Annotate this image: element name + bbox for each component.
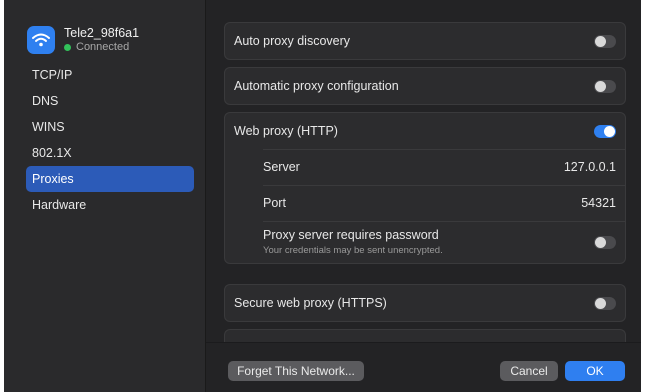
wifi-icon: [27, 26, 55, 54]
network-details-window: Tele2_98f6a1 Connected TCP/IP DNS WINS 8…: [4, 0, 641, 392]
sidebar-item-label: WINS: [32, 120, 65, 134]
secure-proxy-card: Secure web proxy (HTTPS): [224, 284, 626, 322]
web-proxy-card: Web proxy (HTTP) Server 127.0.0.1 Port 5…: [224, 112, 626, 264]
sidebar-item-proxies[interactable]: Proxies: [26, 166, 194, 192]
secure-proxy-label: Secure web proxy (HTTPS): [234, 296, 387, 310]
auto-config-label: Automatic proxy configuration: [234, 79, 399, 93]
ok-button[interactable]: OK: [565, 361, 625, 381]
port-label: Port: [263, 196, 286, 210]
secure-proxy-row: Secure web proxy (HTTPS): [225, 285, 625, 321]
secure-proxy-toggle[interactable]: [594, 296, 616, 310]
next-proxy-card-partial: [224, 329, 626, 342]
sidebar: Tele2_98f6a1 Connected TCP/IP DNS WINS 8…: [4, 0, 206, 392]
auto-config-toggle[interactable]: [594, 79, 616, 93]
sidebar-item-hardware[interactable]: Hardware: [26, 192, 194, 218]
sidebar-item-8021x[interactable]: 802.1X: [26, 140, 194, 166]
sidebar-item-label: DNS: [32, 94, 59, 108]
password-hint: Your credentials may be sent unencrypted…: [263, 245, 443, 256]
auto-discovery-row: Auto proxy discovery: [225, 23, 625, 59]
network-name: Tele2_98f6a1: [64, 26, 140, 40]
password-row: Proxy server requires password Your cred…: [225, 221, 625, 263]
auto-discovery-label: Auto proxy discovery: [234, 34, 351, 48]
sidebar-item-tcpip[interactable]: TCP/IP: [26, 62, 194, 88]
network-header: Tele2_98f6a1 Connected: [27, 24, 139, 56]
sidebar-list: TCP/IP DNS WINS 802.1X Proxies Hardware: [26, 62, 194, 218]
password-label: Proxy server requires password: [263, 228, 439, 242]
auto-config-card: Automatic proxy configuration: [224, 67, 626, 105]
status-dot-icon: [64, 43, 71, 51]
proxies-panel: Auto proxy discovery Automatic proxy con…: [206, 0, 641, 392]
server-row: Server 127.0.0.1: [225, 149, 625, 185]
server-label: Server: [263, 160, 300, 174]
sidebar-item-label: Hardware: [32, 198, 87, 212]
web-proxy-row: Web proxy (HTTP): [225, 113, 625, 149]
port-row: Port 54321: [225, 185, 625, 221]
port-field[interactable]: 54321: [581, 196, 616, 210]
sidebar-item-label: 802.1X: [32, 146, 72, 160]
auto-discovery-toggle[interactable]: [594, 34, 616, 48]
footer-divider: [206, 342, 641, 343]
web-proxy-label: Web proxy (HTTP): [234, 124, 338, 138]
password-toggle[interactable]: [594, 235, 616, 249]
auto-discovery-card: Auto proxy discovery: [224, 22, 626, 60]
sidebar-item-wins[interactable]: WINS: [26, 114, 194, 140]
server-field[interactable]: 127.0.0.1: [564, 160, 616, 174]
auto-config-row: Automatic proxy configuration: [225, 68, 625, 104]
forget-network-button[interactable]: Forget This Network...: [228, 361, 364, 381]
web-proxy-toggle[interactable]: [594, 124, 616, 138]
connection-status-label: Connected: [76, 41, 130, 53]
sidebar-item-dns[interactable]: DNS: [26, 88, 194, 114]
connection-status: Connected: [64, 40, 139, 54]
sidebar-item-label: Proxies: [32, 172, 74, 186]
sidebar-item-label: TCP/IP: [32, 68, 73, 82]
cancel-button[interactable]: Cancel: [500, 361, 558, 381]
